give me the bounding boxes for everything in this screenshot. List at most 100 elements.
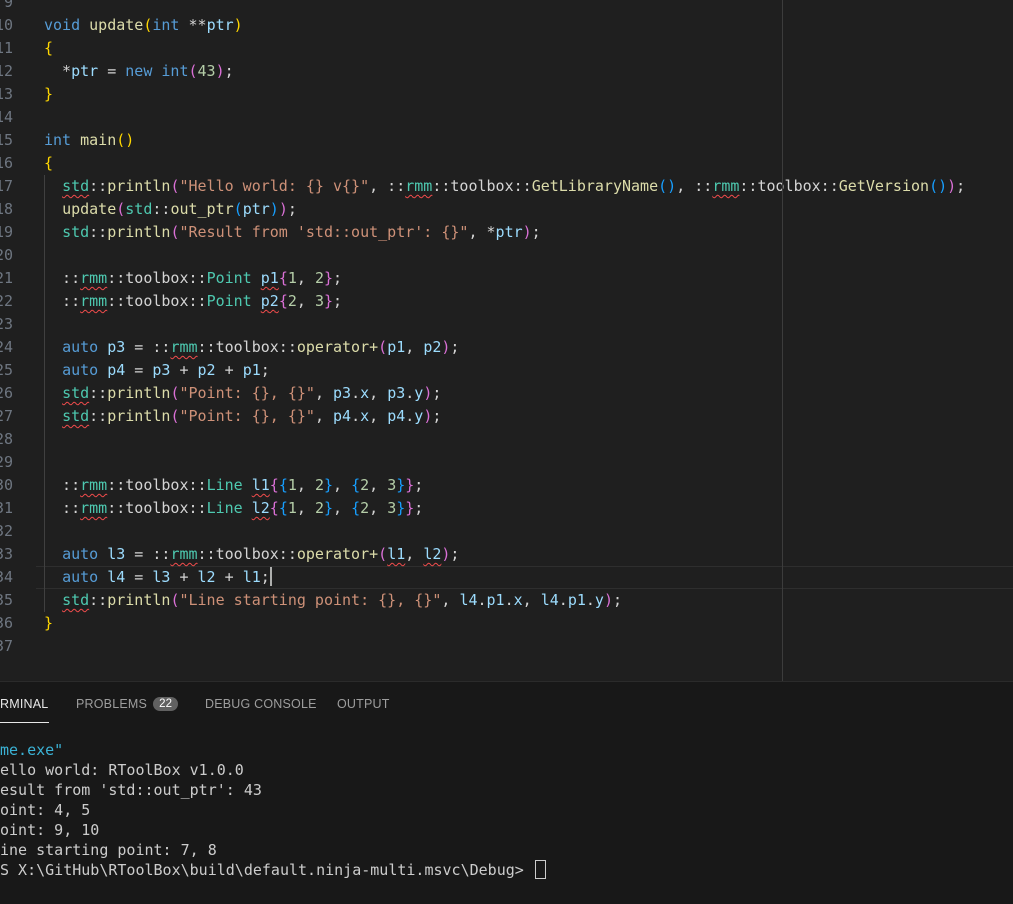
code-token: std <box>62 384 90 402</box>
code-token: update <box>89 16 144 34</box>
code-line[interactable]: auto l3 = ::rmm::toolbox::operator+(l1, … <box>44 543 459 566</box>
code-line[interactable]: ::rmm::toolbox::Point p2{2, 3}; <box>44 290 342 313</box>
code-token: l4 <box>540 591 559 609</box>
code-line[interactable]: } <box>44 83 53 106</box>
code-token: 2 <box>360 499 370 517</box>
line-number: 35 <box>0 591 13 609</box>
code-token: p4 <box>333 407 352 425</box>
code-token: } <box>405 476 415 494</box>
code-line[interactable]: ::rmm::toolbox::Line l2{{1, 2}, {2, 3}}; <box>44 497 423 520</box>
code-token: rmm <box>80 499 108 517</box>
code-line[interactable]: std::println("Result from 'std::out_ptr'… <box>44 221 541 244</box>
code-token: rmm <box>80 269 108 287</box>
code-line[interactable]: int main() <box>44 129 134 152</box>
code-token: x <box>360 407 370 425</box>
code-token: . <box>405 384 415 402</box>
code-token: std <box>62 223 90 241</box>
tab-terminal[interactable]: RMINAL <box>0 697 48 711</box>
code-line[interactable]: { <box>44 152 53 175</box>
code-token: rmm <box>405 177 433 195</box>
code-token: l4 <box>107 568 126 586</box>
code-token: . <box>585 591 595 609</box>
code-token: out_ptr <box>170 200 234 218</box>
tab-output[interactable]: OUTPUT <box>337 697 390 711</box>
line-number: 23 <box>0 315 13 333</box>
code-token: operator+ <box>296 545 379 563</box>
code-token: println <box>107 591 171 609</box>
code-token: { <box>44 39 54 57</box>
code-token: p4 <box>387 407 406 425</box>
code-token: , <box>296 499 315 517</box>
code-editor[interactable]: 9101112131415161718192021222324252627282… <box>0 0 1013 681</box>
line-number: 20 <box>0 246 13 264</box>
code-token: , <box>369 407 388 425</box>
code-token: } <box>44 614 54 632</box>
code-line[interactable]: *ptr = new int(43); <box>44 60 234 83</box>
code-line[interactable]: { <box>44 37 53 60</box>
code-token: 43 <box>197 62 216 80</box>
line-number: 21 <box>0 269 13 287</box>
code-token: + <box>170 568 198 586</box>
code-token: 2 <box>314 269 324 287</box>
line-number: 24 <box>0 338 13 356</box>
terminal-line: oint: 4, 5 <box>0 800 1013 820</box>
line-number: 13 <box>0 85 13 103</box>
code-token: . <box>351 407 361 425</box>
code-token: , :: <box>369 177 406 195</box>
tab-problems[interactable]: PROBLEMS 22 <box>76 697 179 711</box>
line-number: 9 <box>3 0 13 11</box>
code-token: 1 <box>287 476 297 494</box>
code-token: } <box>323 292 333 310</box>
terminal-line-text: ello world: RToolBox v1.0.0 <box>0 761 244 779</box>
line-number: 14 <box>0 108 13 126</box>
code-token: 3 <box>387 499 397 517</box>
code-line[interactable]: std::println("Point: {}, {}", p3.x, p3.y… <box>44 382 441 405</box>
code-token: ; <box>432 384 442 402</box>
code-token: + <box>215 568 243 586</box>
terminal-prompt: S X:\GitHub\RToolBox\build\default.ninja… <box>0 860 1013 880</box>
code-token: ptr <box>242 200 270 218</box>
code-token: , <box>522 591 541 609</box>
code-line[interactable]: } <box>44 612 53 635</box>
code-line[interactable]: auto p4 = p3 + p2 + p1; <box>44 359 270 382</box>
code-line[interactable]: std::println("Line starting point: {}, {… <box>44 589 622 612</box>
code-line[interactable]: std::println("Point: {}, {}", p4.x, p4.y… <box>44 405 441 428</box>
code-token: + <box>215 361 243 379</box>
terminal-line-text: me.exe" <box>0 741 64 759</box>
code-token: void <box>44 16 81 34</box>
code-line[interactable]: update(std::out_ptr(ptr)); <box>44 198 297 221</box>
code-token: . <box>504 591 514 609</box>
line-number: 32 <box>0 522 13 540</box>
code-token: rmm <box>712 177 740 195</box>
code-token: () <box>929 177 948 195</box>
code-token: , <box>369 499 388 517</box>
code-token: Line <box>206 476 243 494</box>
code-token: , <box>369 384 388 402</box>
code-token: :: <box>44 499 81 517</box>
code-token: l2 <box>197 568 216 586</box>
code-token: , <box>333 476 352 494</box>
line-number: 25 <box>0 361 13 379</box>
code-line[interactable]: std::println("Hello world: {} v{}", ::rm… <box>44 175 965 198</box>
code-line[interactable]: ::rmm::toolbox::Line l1{{1, 2}, {2, 3}}; <box>44 474 423 497</box>
code-token: ::toolbox:: <box>107 292 207 310</box>
code-token: auto <box>62 545 99 563</box>
code-token: p2 <box>260 292 279 310</box>
code-token: std <box>62 407 90 425</box>
code-line[interactable]: auto p3 = ::rmm::toolbox::operator+(p1, … <box>44 336 459 359</box>
code-line[interactable]: auto l4 = l3 + l2 + l1; <box>44 566 272 589</box>
tab-debug-console[interactable]: DEBUG CONSOLE <box>205 697 317 711</box>
code-token: l1 <box>251 476 270 494</box>
code-token: . <box>351 384 361 402</box>
code-token: } <box>44 85 54 103</box>
code-token: int <box>152 16 180 34</box>
code-token: ( <box>233 200 243 218</box>
code-line[interactable]: void update(int **ptr) <box>44 14 243 37</box>
code-token: , <box>441 591 460 609</box>
code-token: p2 <box>197 361 216 379</box>
code-token: :: <box>89 591 108 609</box>
code-line[interactable]: ::rmm::toolbox::Point p1{1, 2}; <box>44 267 342 290</box>
terminal-output[interactable]: me.exe" ello world: RToolBox v1.0.0 esult … <box>0 740 1013 880</box>
